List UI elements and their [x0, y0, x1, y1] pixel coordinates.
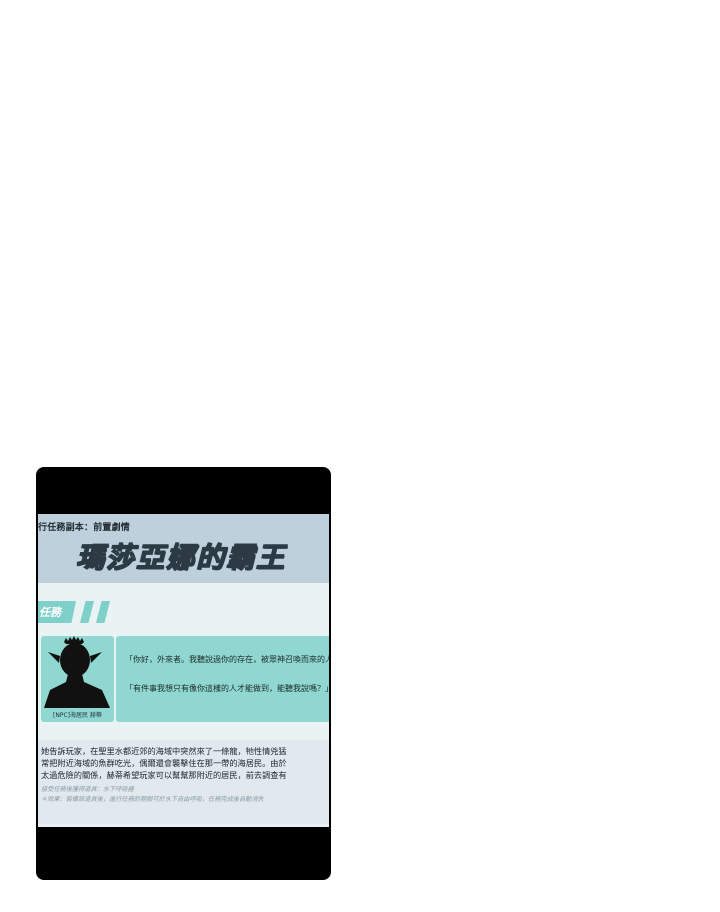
decorative-stripe: [96, 601, 110, 623]
description-line: 她告訴玩家，在聖里水都近郊的海域中突然來了一條龍，牠性情兇猛: [41, 746, 287, 756]
quest-tab-label: 任務: [39, 606, 61, 619]
quest-screen: 行任務副本：前置劇情 瑪莎亞娜的霸王 任務 [NPC]海居民 赫蒂 「你好，外來…: [38, 514, 329, 827]
quest-tab: 任務: [38, 601, 76, 623]
quest-header: 行任務副本：前置劇情 瑪莎亞娜的霸王: [38, 514, 329, 583]
quest-description: 她告訴玩家，在聖里水都近郊的海域中突然來了一條龍，牠性情兇猛 常把附近海域的魚群…: [38, 740, 329, 824]
dialogue-line: 「有件事我想只有像你這樣的人才能做到，能聽我說嗎？」: [125, 684, 329, 693]
reward-note: 接受任務後獲得道具：水下呼吸器: [41, 786, 134, 793]
comic-panel: 行任務副本：前置劇情 瑪莎亞娜的霸王 任務 [NPC]海居民 赫蒂 「你好，外來…: [36, 467, 331, 880]
npc-name: [NPC]海居民 赫蒂: [53, 712, 102, 719]
npc-card: [NPC]海居民 赫蒂: [41, 636, 114, 722]
effect-note: ＊效果：裝備該道具後，進行任務的期間可於水下自由呼吸，任務完成後自動消失: [41, 796, 264, 803]
dialogue-line: 「你好，外來者。我聽說過你的存在，被眾神召喚而來的人。」: [125, 655, 329, 664]
quest-title: 瑪莎亞娜的霸王: [75, 540, 287, 574]
decorative-stripe: [80, 601, 94, 623]
description-line: 太過危險的關係，赫蒂希望玩家可以幫幫那附近的居民，前去調查有: [41, 770, 287, 780]
npc-silhouette-icon: [44, 636, 111, 708]
quest-subtitle: 行任務副本：前置劇情: [38, 523, 131, 533]
npc-dialogue-box: 「你好，外來者。我聽說過你的存在，被眾神召喚而來的人。」 「有件事我想只有像你這…: [116, 636, 329, 722]
description-line: 常把附近海域的魚群吃光，偶爾還會襲擊住在那一帶的海居民。由於: [41, 758, 287, 768]
